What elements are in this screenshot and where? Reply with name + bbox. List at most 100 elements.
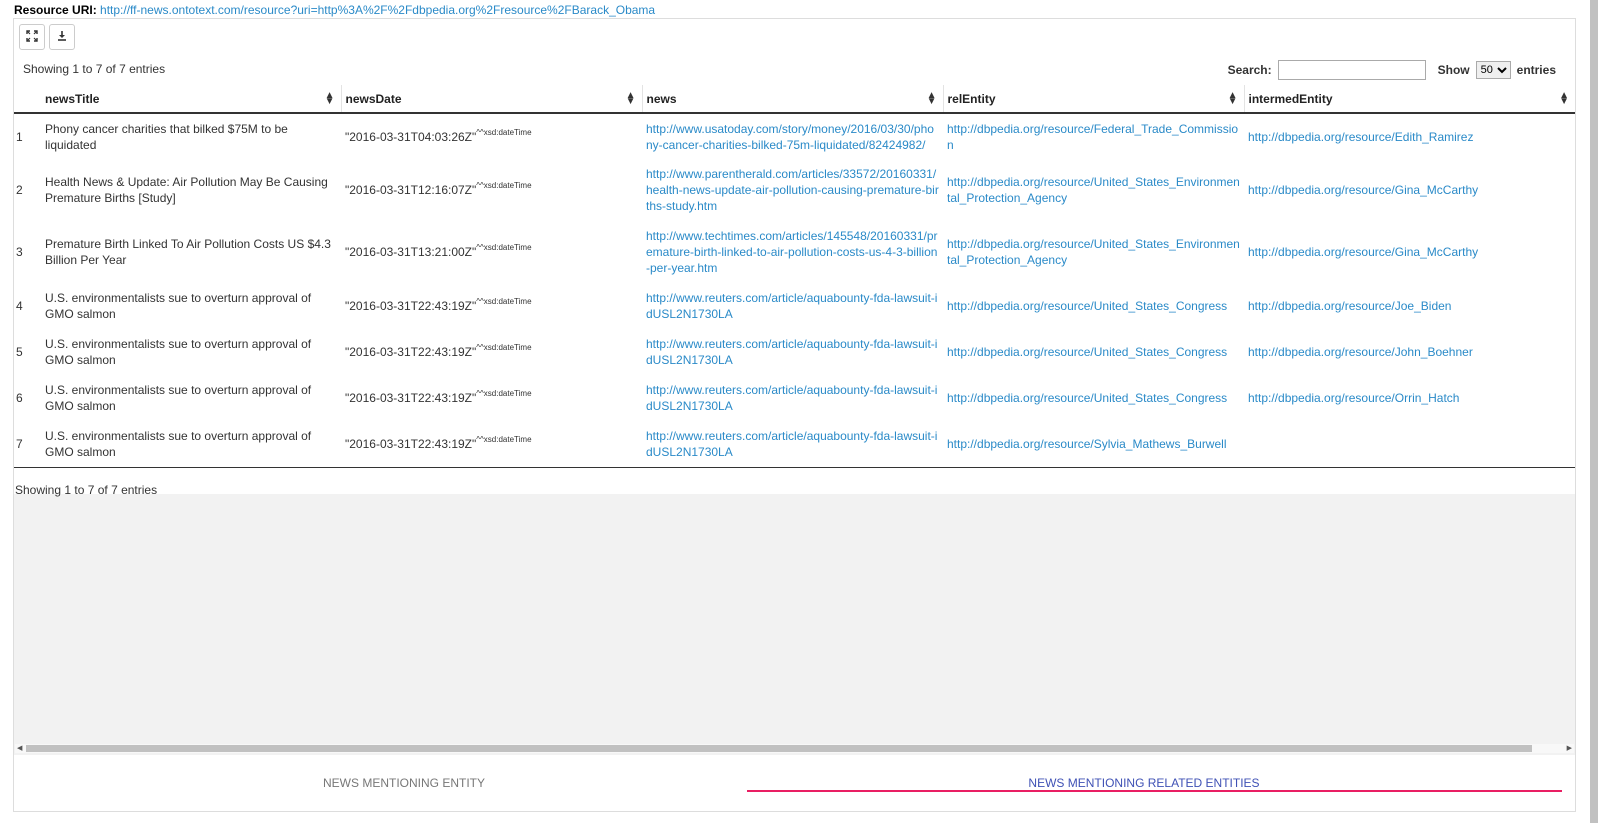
vertical-scrollbar[interactable]	[1588, 0, 1600, 823]
news-url-cell: http://www.parentherald.com/articles/335…	[642, 159, 943, 221]
date-value: "2016-03-31T12:16:07Z"	[345, 183, 477, 197]
news-link[interactable]: http://www.techtimes.com/articles/145548…	[646, 229, 938, 275]
entries-label: entries	[1516, 63, 1556, 77]
sort-icon: ▲ ▼	[926, 90, 937, 107]
news-date-cell: "2016-03-31T22:43:19Z"^^xsd:dateTime	[341, 283, 642, 329]
datatype-label: ^^xsd:dateTime	[476, 389, 532, 398]
table-row: 6 U.S. environmentalists sue to overturn…	[14, 375, 1575, 421]
tab-news-mentioning-related-entities[interactable]: NEWS MENTIONING RELATED ENTITIES	[754, 755, 1534, 811]
news-url-cell: http://www.reuters.com/article/aquabount…	[642, 329, 943, 375]
intermed-entity-link[interactable]: http://dbpedia.org/resource/Gina_McCarth…	[1248, 245, 1478, 259]
results-table: newsTitle ▲ ▼ newsDate ▲ ▼ news ▲ ▼ relEntity ▲…	[14, 85, 1575, 468]
header-label: intermedEntity	[1248, 91, 1333, 106]
intermed-entity-cell: http://dbpedia.org/resource/John_Boehner	[1244, 329, 1575, 375]
row-index: 4	[16, 299, 23, 313]
table-info-bottom: Showing 1 to 7 of 7 entries	[15, 483, 158, 497]
row-index: 7	[14, 421, 41, 468]
rel-entity-cell: http://dbpedia.org/resource/United_State…	[943, 283, 1244, 329]
datatype-label: ^^xsd:dateTime	[476, 243, 532, 252]
scroll-left-icon[interactable]: ◀	[17, 744, 22, 753]
header-news[interactable]: news ▲ ▼	[641, 85, 943, 114]
datatype-label: ^^xsd:dateTime	[476, 297, 532, 306]
date-value: "2016-03-31T22:43:19Z"	[345, 345, 477, 359]
intermed-entity-cell	[1244, 421, 1575, 468]
news-title-cell: Health News & Update: Air Pollution May …	[45, 175, 328, 205]
search-input[interactable]	[1277, 60, 1426, 80]
expand-icon	[26, 29, 38, 45]
news-title-cell: U.S. environmentalists sue to overturn a…	[45, 337, 312, 367]
row-index: 6	[16, 391, 23, 405]
header-label: relEntity	[947, 91, 996, 106]
news-title-cell: Premature Birth Linked To Air Pollution …	[45, 237, 331, 267]
scroll-right-icon[interactable]: ▶	[1567, 744, 1572, 753]
vertical-scrollbar-thumb[interactable]	[1590, 0, 1598, 823]
page-size-select[interactable]: 50	[1475, 61, 1511, 79]
table-row: 3 Premature Birth Linked To Air Pollutio…	[14, 221, 1575, 283]
intermed-entity-cell: http://dbpedia.org/resource/Joe_Biden	[1244, 283, 1575, 329]
scrollbar-thumb[interactable]	[26, 745, 1532, 752]
table-header-row: newsTitle ▲ ▼ newsDate ▲ ▼ news ▲ ▼ relEntity ▲…	[14, 85, 1575, 114]
news-link[interactable]: http://www.reuters.com/article/aquabount…	[646, 429, 937, 459]
rel-entity-cell: http://dbpedia.org/resource/United_State…	[943, 329, 1244, 375]
news-date-cell: "2016-03-31T22:43:19Z"^^xsd:dateTime	[341, 421, 642, 468]
rel-entity-link[interactable]: http://dbpedia.org/resource/Sylvia_Mathe…	[947, 437, 1226, 451]
news-link[interactable]: http://www.reuters.com/article/aquabount…	[646, 291, 937, 321]
news-date-cell: "2016-03-31T13:21:00Z"^^xsd:dateTime	[341, 221, 642, 283]
news-title-cell: Phony cancer charities that bilked $75M …	[45, 121, 288, 152]
news-url-cell: http://www.reuters.com/article/aquabount…	[642, 421, 943, 468]
sort-icon: ▲ ▼	[1559, 90, 1569, 107]
results-panel: Showing 1 to 7 of 7 entries Search: Show…	[13, 18, 1576, 812]
header-newsDate[interactable]: newsDate ▲ ▼	[340, 85, 642, 114]
sort-icon: ▲ ▼	[625, 90, 636, 107]
table-info-top: Showing 1 to 7 of 7 entries	[23, 62, 166, 76]
datatype-label: ^^xsd:dateTime	[476, 434, 532, 444]
fullscreen-button[interactable]	[19, 24, 45, 50]
intermed-entity-link[interactable]: http://dbpedia.org/resource/Orrin_Hatch	[1248, 391, 1459, 405]
intermed-entity-cell: http://dbpedia.org/resource/Gina_McCarth…	[1244, 159, 1575, 221]
header-newsTitle[interactable]: newsTitle ▲ ▼	[41, 85, 341, 114]
intermed-entity-link[interactable]: http://dbpedia.org/resource/Gina_McCarth…	[1248, 183, 1478, 197]
news-link[interactable]: http://www.parentherald.com/articles/335…	[646, 167, 939, 213]
rel-entity-link[interactable]: http://dbpedia.org/resource/United_State…	[947, 175, 1240, 205]
news-date-cell: "2016-03-31T22:43:19Z"^^xsd:dateTime	[341, 329, 642, 375]
intermed-entity-link[interactable]: http://dbpedia.org/resource/Edith_Ramire…	[1248, 130, 1473, 144]
rel-entity-cell: http://dbpedia.org/resource/Federal_Trad…	[943, 113, 1244, 159]
resource-uri-link[interactable]: http://ff-news.ontotext.com/resource?uri…	[100, 3, 655, 17]
active-tab-indicator	[747, 790, 1562, 792]
rel-entity-link[interactable]: http://dbpedia.org/resource/United_State…	[947, 237, 1240, 267]
intermed-entity-cell: http://dbpedia.org/resource/Gina_McCarth…	[1244, 221, 1575, 283]
row-index: 1	[16, 129, 23, 144]
news-date-cell: "2016-03-31T12:16:07Z"^^xsd:dateTime	[341, 159, 642, 221]
datatype-label: ^^xsd:dateTime	[476, 127, 532, 137]
rel-entity-link[interactable]: http://dbpedia.org/resource/Federal_Trad…	[947, 122, 1238, 152]
rel-entity-link[interactable]: http://dbpedia.org/resource/United_State…	[947, 299, 1227, 313]
datatype-label: ^^xsd:dateTime	[476, 181, 532, 190]
row-index: 3	[16, 245, 23, 259]
news-url-cell: http://www.techtimes.com/articles/145548…	[642, 221, 943, 283]
download-button[interactable]	[49, 24, 75, 50]
row-index: 2	[16, 183, 23, 197]
rel-entity-link[interactable]: http://dbpedia.org/resource/United_State…	[947, 345, 1227, 359]
header-index	[14, 85, 41, 114]
rel-entity-cell: http://dbpedia.org/resource/United_State…	[943, 375, 1244, 421]
download-icon	[56, 30, 68, 45]
news-url-cell: http://www.reuters.com/article/aquabount…	[642, 283, 943, 329]
news-url-cell: http://www.reuters.com/article/aquabount…	[642, 375, 943, 421]
horizontal-scrollbar[interactable]: ◀ ▶	[15, 744, 1574, 753]
resource-uri-line: Resource URI: http://ff-news.ontotext.co…	[14, 3, 655, 17]
header-intermedEntity[interactable]: intermedEntity ▲ ▼	[1243, 85, 1575, 114]
intermed-entity-cell: http://dbpedia.org/resource/Orrin_Hatch	[1244, 375, 1575, 421]
date-value: "2016-03-31T04:03:26Z"	[345, 129, 477, 144]
news-link[interactable]: http://www.usatoday.com/story/money/2016…	[646, 122, 934, 152]
rel-entity-link[interactable]: http://dbpedia.org/resource/United_State…	[947, 391, 1227, 405]
intermed-entity-cell: http://dbpedia.org/resource/Edith_Ramire…	[1244, 113, 1575, 159]
intermed-entity-link[interactable]: http://dbpedia.org/resource/Joe_Biden	[1248, 299, 1451, 313]
date-value: "2016-03-31T22:43:19Z"	[345, 299, 477, 313]
header-relEntity[interactable]: relEntity ▲ ▼	[942, 85, 1244, 114]
tab-news-mentioning-entity[interactable]: NEWS MENTIONING ENTITY	[14, 755, 794, 811]
news-date-cell: "2016-03-31T04:03:26Z"^^xsd:dateTime	[341, 113, 642, 159]
news-link[interactable]: http://www.reuters.com/article/aquabount…	[646, 383, 937, 413]
intermed-entity-link[interactable]: http://dbpedia.org/resource/John_Boehner	[1248, 345, 1473, 359]
tab-bar: NEWS MENTIONING ENTITY NEWS MENTIONING R…	[14, 755, 1575, 811]
news-link[interactable]: http://www.reuters.com/article/aquabount…	[646, 337, 937, 367]
